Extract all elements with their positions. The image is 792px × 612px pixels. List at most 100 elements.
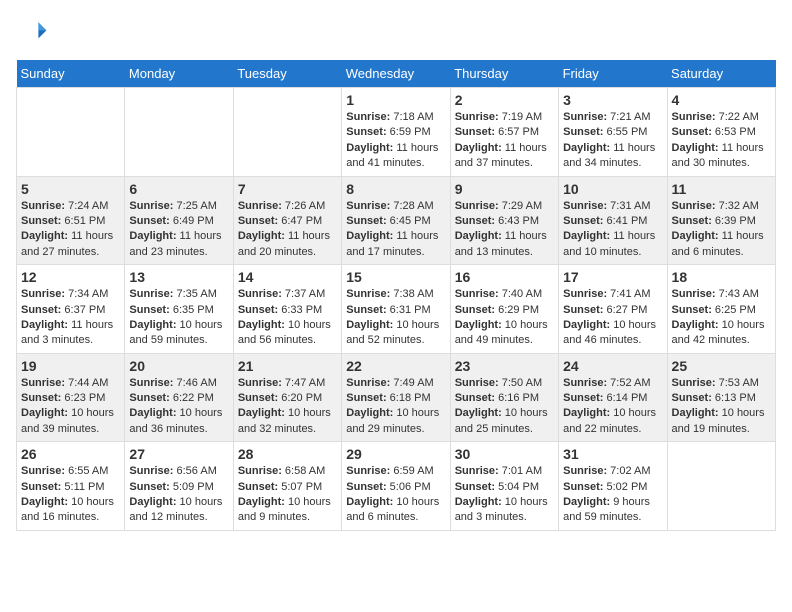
- calendar-cell: 4Sunrise: 7:22 AMSunset: 6:53 PMDaylight…: [667, 88, 775, 177]
- day-of-week-header: Saturday: [667, 60, 775, 88]
- day-info-line: Daylight: 11 hours and 17 minutes.: [346, 229, 445, 260]
- day-info-line: Daylight: 11 hours and 23 minutes.: [129, 229, 228, 260]
- calendar-cell: 19Sunrise: 7:44 AMSunset: 6:23 PMDayligh…: [17, 353, 125, 442]
- day-of-week-header: Tuesday: [233, 60, 341, 88]
- calendar-week-row: 26Sunrise: 6:55 AMSunset: 5:11 PMDayligh…: [17, 442, 776, 531]
- day-info-line: Sunset: 6:22 PM: [129, 391, 228, 406]
- day-info-line: Sunset: 6:59 PM: [346, 125, 445, 140]
- day-info-line: Sunset: 5:09 PM: [129, 480, 228, 495]
- day-number: 5: [21, 181, 120, 197]
- day-info-line: Sunrise: 7:22 AM: [672, 110, 771, 125]
- day-info-line: Sunrise: 7:19 AM: [455, 110, 554, 125]
- day-info-line: Sunset: 6:57 PM: [455, 125, 554, 140]
- day-info-line: Daylight: 11 hours and 41 minutes.: [346, 141, 445, 172]
- day-info-line: Sunrise: 7:25 AM: [129, 199, 228, 214]
- day-number: 28: [238, 446, 337, 462]
- calendar-week-row: 1Sunrise: 7:18 AMSunset: 6:59 PMDaylight…: [17, 88, 776, 177]
- day-info-line: Sunset: 5:11 PM: [21, 480, 120, 495]
- calendar-cell: 26Sunrise: 6:55 AMSunset: 5:11 PMDayligh…: [17, 442, 125, 531]
- calendar-cell: 2Sunrise: 7:19 AMSunset: 6:57 PMDaylight…: [450, 88, 558, 177]
- day-info-line: Sunset: 6:39 PM: [672, 214, 771, 229]
- day-info-line: Daylight: 10 hours and 32 minutes.: [238, 406, 337, 437]
- day-info-line: Daylight: 10 hours and 9 minutes.: [238, 495, 337, 526]
- calendar-header-row: SundayMondayTuesdayWednesdayThursdayFrid…: [17, 60, 776, 88]
- day-number: 24: [563, 358, 662, 374]
- calendar-cell: 20 Sunrise: 7:46 AMSunset: 6:22 PMDayligh…: [125, 353, 233, 442]
- calendar-cell: 16Sunrise: 7:40 AMSunset: 6:29 PMDayligh…: [450, 265, 558, 354]
- day-number: 19: [21, 358, 120, 374]
- calendar-cell: 15Sunrise: 7:38 AMSunset: 6:31 PMDayligh…: [342, 265, 450, 354]
- calendar-cell: [233, 88, 341, 177]
- day-info-line: Sunset: 5:07 PM: [238, 480, 337, 495]
- calendar-cell: 25Sunrise: 7:53 AMSunset: 6:13 PMDayligh…: [667, 353, 775, 442]
- day-info-line: Daylight: 10 hours and 29 minutes.: [346, 406, 445, 437]
- day-number: 23: [455, 358, 554, 374]
- day-info-line: Daylight: 10 hours and 52 minutes.: [346, 318, 445, 349]
- day-info-line: Sunset: 6:55 PM: [563, 125, 662, 140]
- day-info-line: Sunset: 6:27 PM: [563, 303, 662, 318]
- day-info-line: Sunrise: 7:34 AM: [21, 287, 120, 302]
- day-info-line: Sunset: 6:33 PM: [238, 303, 337, 318]
- day-number: 29: [346, 446, 445, 462]
- day-info-line: Sunrise: 7:37 AM: [238, 287, 337, 302]
- day-number: 1: [346, 92, 445, 108]
- day-of-week-header: Wednesday: [342, 60, 450, 88]
- day-info-line: Daylight: 10 hours and 12 minutes.: [129, 495, 228, 526]
- day-number: 4: [672, 92, 771, 108]
- calendar-cell: 13Sunrise: 7:35 AMSunset: 6:35 PMDayligh…: [125, 265, 233, 354]
- day-info-line: Sunrise: 7:40 AM: [455, 287, 554, 302]
- day-number: 16: [455, 269, 554, 285]
- day-info-line: Sunset: 6:51 PM: [21, 214, 120, 229]
- day-info-line: Sunset: 6:49 PM: [129, 214, 228, 229]
- day-info-line: Daylight: 11 hours and 3 minutes.: [21, 318, 120, 349]
- day-info-line: Sunrise: 6:56 AM: [129, 464, 228, 479]
- day-number: 11: [672, 181, 771, 197]
- day-info-line: Sunrise: 7:35 AM: [129, 287, 228, 302]
- calendar-cell: [125, 88, 233, 177]
- day-info-line: Sunset: 6:16 PM: [455, 391, 554, 406]
- day-info-line: Daylight: 11 hours and 34 minutes.: [563, 141, 662, 172]
- day-number: 21: [238, 358, 337, 374]
- calendar-cell: 7Sunrise: 7:26 AMSunset: 6:47 PMDaylight…: [233, 176, 341, 265]
- day-info-line: Sunrise: 7:50 AM: [455, 376, 554, 391]
- calendar-cell: 21Sunrise: 7:47 AMSunset: 6:20 PMDayligh…: [233, 353, 341, 442]
- day-info-line: Daylight: 11 hours and 6 minutes.: [672, 229, 771, 260]
- day-info-line: Daylight: 10 hours and 46 minutes.: [563, 318, 662, 349]
- day-info-line: Daylight: 11 hours and 13 minutes.: [455, 229, 554, 260]
- day-of-week-header: Sunday: [17, 60, 125, 88]
- day-info-line: Daylight: 10 hours and 36 minutes.: [129, 406, 228, 437]
- day-number: 17: [563, 269, 662, 285]
- day-number: 20: [129, 358, 228, 374]
- calendar-cell: 28 Sunrise: 6:58 AMSunset: 5:07 PMDayligh…: [233, 442, 341, 531]
- day-info-line: Sunrise: 7:38 AM: [346, 287, 445, 302]
- day-info-line: Daylight: 10 hours and 16 minutes.: [21, 495, 120, 526]
- day-info-line: Sunrise: 7:02 AM: [563, 464, 662, 479]
- day-info-line: Sunrise: 7:01 AM: [455, 464, 554, 479]
- day-number: 25: [672, 358, 771, 374]
- day-info-line: Daylight: 10 hours and 6 minutes.: [346, 495, 445, 526]
- calendar-table: SundayMondayTuesdayWednesdayThursdayFrid…: [16, 60, 776, 531]
- day-info-line: Sunset: 5:02 PM: [563, 480, 662, 495]
- day-info-line: Daylight: 10 hours and 59 minutes.: [129, 318, 228, 349]
- day-info-line: Sunrise: 7:31 AM: [563, 199, 662, 214]
- day-info-line: Daylight: 11 hours and 10 minutes.: [563, 229, 662, 260]
- day-info-line: Sunrise: 7:26 AM: [238, 199, 337, 214]
- day-info-line: Sunset: 6:47 PM: [238, 214, 337, 229]
- calendar-cell: [17, 88, 125, 177]
- day-number: 15: [346, 269, 445, 285]
- calendar-cell: 23Sunrise: 7:50 AMSunset: 6:16 PMDayligh…: [450, 353, 558, 442]
- day-info-line: Daylight: 11 hours and 30 minutes.: [672, 141, 771, 172]
- day-info-line: Sunrise: 7:44 AM: [21, 376, 120, 391]
- day-number: 22: [346, 358, 445, 374]
- day-info-line: Daylight: 10 hours and 39 minutes.: [21, 406, 120, 437]
- day-info-line: Sunset: 6:29 PM: [455, 303, 554, 318]
- calendar-cell: 5Sunrise: 7:24 AMSunset: 6:51 PMDaylight…: [17, 176, 125, 265]
- day-info-line: Sunset: 6:43 PM: [455, 214, 554, 229]
- day-info-line: Daylight: 11 hours and 20 minutes.: [238, 229, 337, 260]
- calendar-cell: 22Sunrise: 7:49 AMSunset: 6:18 PMDayligh…: [342, 353, 450, 442]
- day-info-line: Sunrise: 6:58 AM: [238, 464, 337, 479]
- day-info-line: Sunrise: 7:47 AM: [238, 376, 337, 391]
- day-number: 10: [563, 181, 662, 197]
- day-info-line: Sunset: 6:41 PM: [563, 214, 662, 229]
- day-info-line: Sunrise: 7:46 AM: [129, 376, 228, 391]
